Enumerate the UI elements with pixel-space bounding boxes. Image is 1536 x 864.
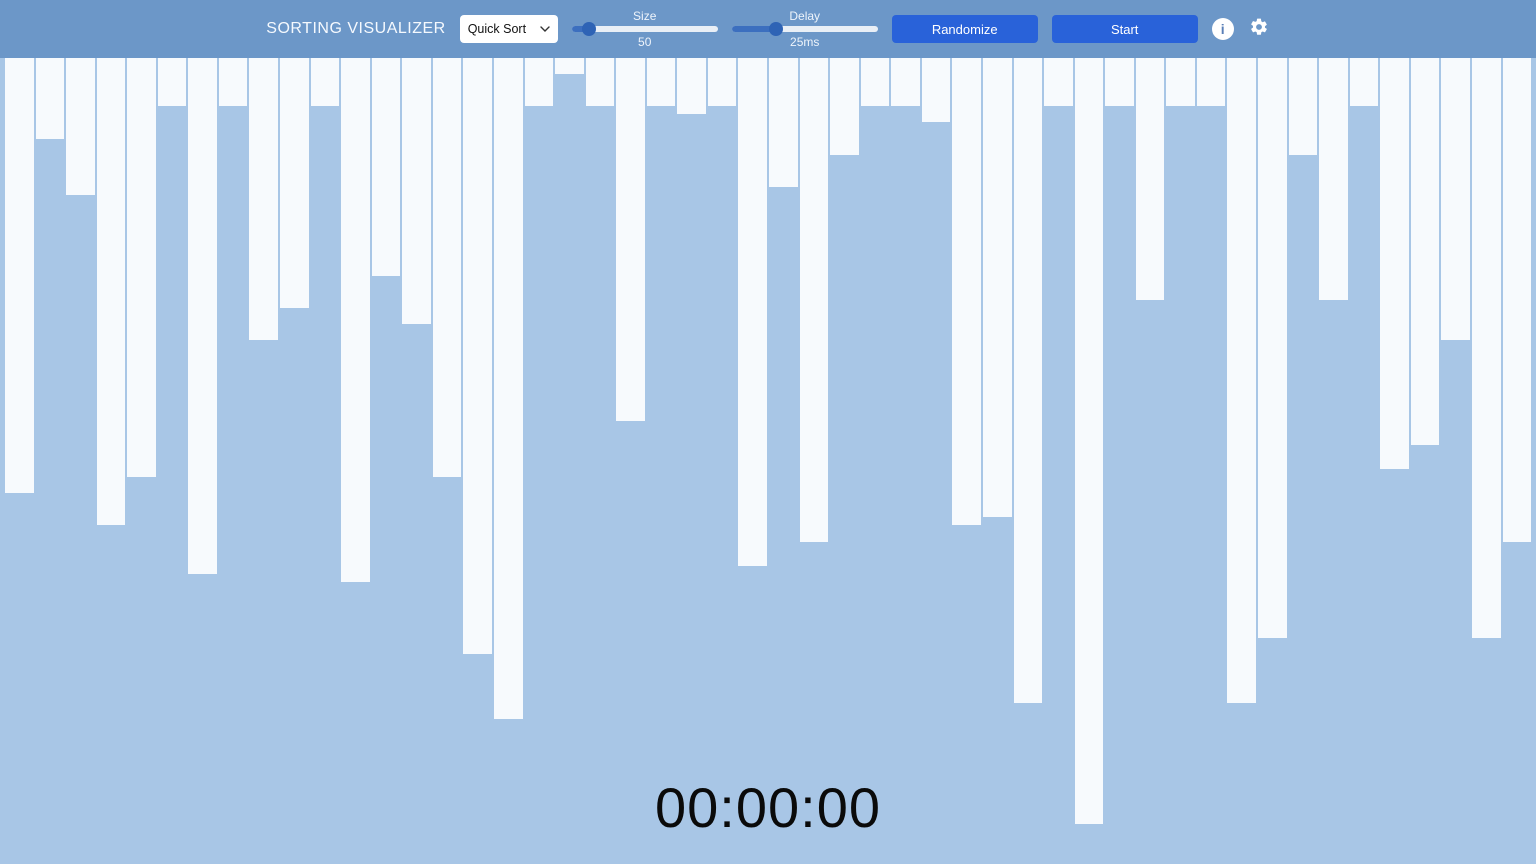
bar [1289,58,1318,155]
bar [891,58,920,106]
settings-button[interactable] [1248,18,1270,40]
start-button[interactable]: Start [1052,15,1198,43]
size-slider-group: Size 50 [572,9,718,50]
bar [1197,58,1226,106]
bar [341,58,370,582]
bar [1136,58,1165,300]
bar [1044,58,1073,106]
bar [219,58,248,106]
bar [1014,58,1043,703]
randomize-button[interactable]: Randomize [892,15,1038,43]
bar [249,58,278,340]
bar [1166,58,1195,106]
algorithm-selected-label: Quick Sort [468,22,526,36]
bar [36,58,65,139]
size-slider-label: Size [633,9,656,23]
bar [1472,58,1501,638]
gear-icon [1249,17,1269,42]
bar [738,58,767,566]
bar [555,58,584,74]
bar [525,58,554,106]
bar [127,58,156,477]
delay-slider-thumb[interactable] [769,22,783,36]
bars-container [0,58,1536,864]
bar [280,58,309,308]
delay-slider-label: Delay [789,9,820,23]
bar [1503,58,1532,542]
size-slider-thumb[interactable] [582,22,596,36]
info-icon: i [1212,18,1234,40]
app-title: SORTING VISUALIZER [266,20,445,38]
chevron-down-icon [540,24,550,34]
bar [97,58,126,525]
size-slider-value: 50 [638,35,651,49]
bar [830,58,859,155]
bar [616,58,645,421]
bar [372,58,401,276]
delay-slider-value: 25ms [790,35,819,49]
algorithm-select[interactable]: Quick Sort [460,15,558,43]
info-button[interactable]: i [1212,18,1234,40]
bar [647,58,676,106]
bar [494,58,523,719]
bar [1441,58,1470,340]
bar [1411,58,1440,445]
bar [708,58,737,106]
bar [952,58,981,525]
bar [433,58,462,477]
bar [311,58,340,106]
bar [1380,58,1409,469]
bar [922,58,951,122]
bar [769,58,798,187]
bar [1075,58,1104,824]
bar [1258,58,1287,638]
bar [677,58,706,114]
chart-area: 00:00:00 [0,58,1536,864]
bar [586,58,615,106]
bar [1227,58,1256,703]
bar [463,58,492,654]
bar [158,58,187,106]
app-root: SORTING VISUALIZER Quick Sort Size 50 De… [0,0,1536,864]
bar [983,58,1012,517]
delay-slider-group: Delay 25ms [732,9,878,50]
bar [402,58,431,324]
bar [188,58,217,574]
bar [5,58,34,493]
bar [66,58,95,195]
bar [1105,58,1134,106]
bar [800,58,829,542]
bar [1319,58,1348,300]
size-slider[interactable] [572,26,718,32]
delay-slider[interactable] [732,26,878,32]
header: SORTING VISUALIZER Quick Sort Size 50 De… [0,0,1536,58]
bar [1350,58,1379,106]
bar [861,58,890,106]
